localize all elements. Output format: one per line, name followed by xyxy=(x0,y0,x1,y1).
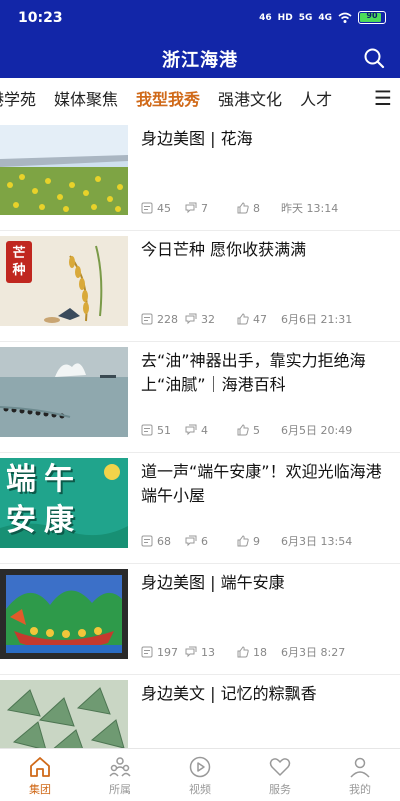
share-count: 6 xyxy=(201,534,208,548)
share-icon xyxy=(185,424,197,436)
article-title: 今日芒种 愿你收获满满 xyxy=(141,240,307,259)
article-title: 身边美文 | 记忆的粽飘香 xyxy=(141,684,317,703)
comment-icon xyxy=(141,424,153,436)
flower-field-image xyxy=(0,125,128,215)
share-icon xyxy=(185,202,197,214)
publish-time: 昨天 13:14 xyxy=(281,202,339,215)
share-icon xyxy=(185,535,197,547)
tab-my-show[interactable]: 我型我秀 xyxy=(136,86,200,110)
like-icon xyxy=(237,313,249,325)
comment-count: 197 xyxy=(157,645,178,659)
article-meta: 197 13 18 6月3日 8:27 xyxy=(141,644,345,660)
tab-media-focus[interactable]: 媒体聚焦 xyxy=(54,86,118,110)
share-count: 13 xyxy=(201,645,215,659)
list-item[interactable]: 身边美图 | 花海 45 7 8 昨天 13:14 xyxy=(0,120,400,231)
person-icon xyxy=(350,757,370,778)
tab-gangxueyuan[interactable]: 港学苑 xyxy=(0,86,36,110)
publish-time: 6月3日 13:54 xyxy=(281,535,353,548)
heart-icon xyxy=(269,758,291,776)
comment-icon xyxy=(141,535,153,547)
like-icon xyxy=(237,535,249,547)
nav-label: 服务 xyxy=(269,783,291,796)
comment-count: 68 xyxy=(157,534,171,548)
bottom-navigation: 集团 所属 视频 服务 我的 xyxy=(0,748,400,801)
menu-icon[interactable]: ☰ xyxy=(366,78,400,118)
app-header: 浙江海港 xyxy=(0,38,400,78)
like-icon xyxy=(237,424,249,436)
thumb-caption-line1: 端午 xyxy=(6,462,82,497)
thumb-caption-line2: 安康 xyxy=(6,503,82,538)
comment-count: 228 xyxy=(157,312,178,326)
nav-label: 我的 xyxy=(349,783,371,796)
publish-time: 6月6日 21:31 xyxy=(281,313,353,326)
like-count: 9 xyxy=(253,534,260,548)
signal-5g: 5G xyxy=(298,12,313,23)
comment-icon xyxy=(141,646,153,658)
nav-affiliates[interactable]: 所属 xyxy=(80,749,160,801)
share-count: 4 xyxy=(201,423,208,437)
wifi-icon xyxy=(338,12,352,23)
article-meta: 228 32 47 6月6日 21:31 xyxy=(141,311,352,327)
publish-time: 6月3日 8:27 xyxy=(281,646,346,659)
nav-group[interactable]: 集团 xyxy=(0,749,80,801)
article-meta: 45 7 8 昨天 13:14 xyxy=(141,200,338,216)
like-count: 8 xyxy=(253,201,260,215)
article-title: 身边美图 | 端午安康 xyxy=(141,573,285,592)
tab-port-culture[interactable]: 强港文化 xyxy=(218,86,282,110)
like-icon xyxy=(237,646,249,658)
list-item[interactable]: 端午 安康 道一声“端午安康”！欢迎光临海港端午小屋 68 6 9 6月3日 1… xyxy=(0,453,400,564)
like-icon xyxy=(237,202,249,214)
list-item[interactable]: 身边美图 | 端午安康 197 13 18 6月3日 8:27 xyxy=(0,564,400,675)
signal-4g: 4G xyxy=(318,12,332,23)
nav-label: 集团 xyxy=(29,783,51,796)
like-count: 47 xyxy=(253,312,267,326)
like-count: 18 xyxy=(253,645,267,659)
article-meta: 51 4 5 6月5日 20:49 xyxy=(141,422,352,438)
page-title: 浙江海港 xyxy=(162,50,238,71)
comment-count: 51 xyxy=(157,423,171,437)
article-title: 身边美图 | 花海 xyxy=(141,129,253,148)
share-icon xyxy=(185,313,197,325)
nav-video[interactable]: 视频 xyxy=(160,749,240,801)
dragon-boat-artwork-image xyxy=(0,569,128,659)
like-count: 5 xyxy=(253,423,260,437)
search-icon[interactable] xyxy=(362,46,386,70)
article-list: 身边美图 | 花海 45 7 8 昨天 13:14 芒种 今日芒种 愿你收获满满… xyxy=(0,120,400,786)
nav-profile[interactable]: 我的 xyxy=(320,749,400,801)
category-tabs: 港学苑 媒体聚焦 我型我秀 强港文化 人才 ☰ xyxy=(0,78,400,118)
nav-service[interactable]: 服务 xyxy=(240,749,320,801)
video-icon xyxy=(189,756,211,778)
home-icon xyxy=(30,757,50,777)
comment-icon xyxy=(141,202,153,214)
article-title: 去“油”神器出手，靠实力拒绝海上“油腻”｜海港百科 xyxy=(141,351,366,394)
thumb-caption: 芒种 xyxy=(12,246,26,278)
list-item[interactable]: 去“油”神器出手，靠实力拒绝海上“油腻”｜海港百科 51 4 5 6月5日 20… xyxy=(0,342,400,453)
comment-count: 45 xyxy=(157,201,171,215)
list-item[interactable]: 芒种 今日芒种 愿你收获满满 228 32 47 6月6日 21:31 xyxy=(0,231,400,342)
hd-badge: HD xyxy=(277,12,293,23)
sea-oil-boom-image xyxy=(0,347,128,437)
share-count: 32 xyxy=(201,312,215,326)
battery-level: 90 xyxy=(366,11,378,20)
comment-icon xyxy=(141,313,153,325)
tab-talent[interactable]: 人才 xyxy=(300,86,332,110)
nav-label: 所属 xyxy=(109,783,131,796)
status-icons: 46 HD 5G 4G 90 xyxy=(259,11,386,24)
publish-time: 6月5日 20:49 xyxy=(281,424,353,437)
battery-icon: 90 xyxy=(358,11,386,24)
share-count: 7 xyxy=(201,201,208,215)
status-bar: 10:23 46 HD 5G 4G 90 xyxy=(0,0,400,38)
share-icon xyxy=(185,646,197,658)
network-speed: 46 xyxy=(259,12,272,23)
group-icon xyxy=(109,757,131,777)
nav-label: 视频 xyxy=(189,783,211,796)
article-meta: 68 6 9 6月3日 13:54 xyxy=(141,533,352,549)
status-time: 10:23 xyxy=(18,10,63,26)
article-title: 道一声“端午安康”！欢迎光临海港端午小屋 xyxy=(141,462,382,505)
